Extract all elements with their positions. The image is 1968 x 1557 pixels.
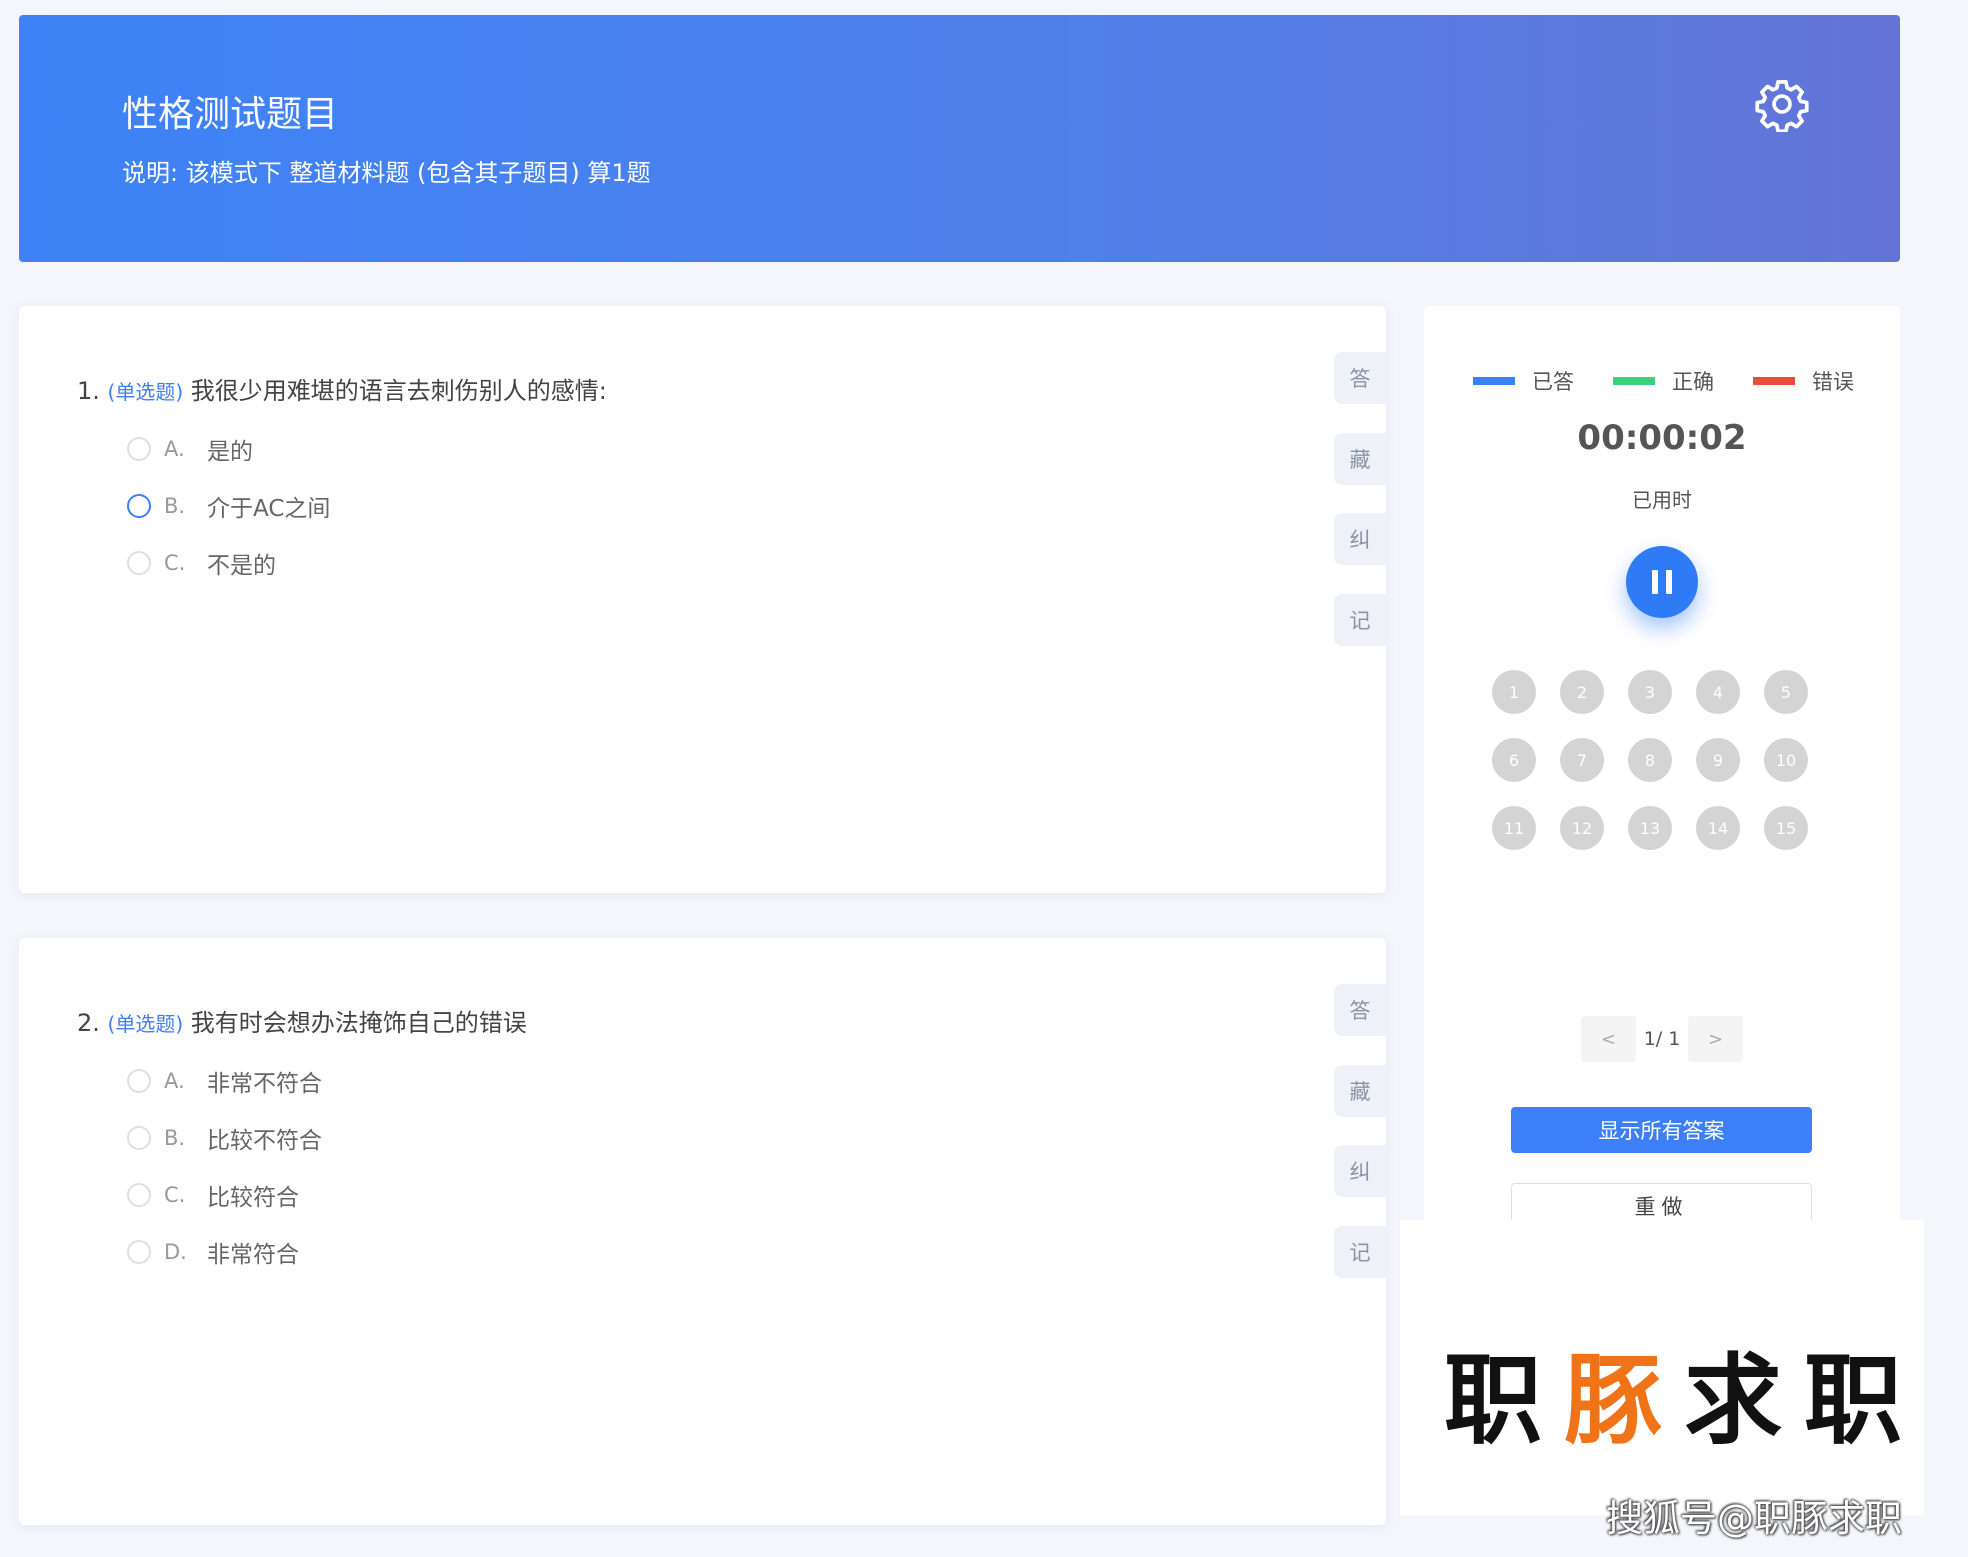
logo-text-accent: 豚 <box>1564 1344 1685 1458</box>
question-title: 2. (单选题) 我有时会想办法掩饰自己的错误 <box>77 1003 527 1038</box>
radio-button[interactable] <box>127 551 151 575</box>
option-text: 是的 <box>207 439 253 465</box>
legend-correct: 正确 <box>1613 361 1714 401</box>
gear-icon[interactable] <box>1754 76 1810 132</box>
question-number: 2. <box>77 1009 100 1037</box>
sohu-watermark: 搜狐号@职豚求职 <box>1606 1497 1902 1540</box>
question-nav-15[interactable]: 15 <box>1764 806 1808 850</box>
legend-label: 正确 <box>1672 370 1714 394</box>
brand-logo: 职豚求职 <box>1444 1321 1924 1463</box>
question-text: 我有时会想办法掩饰自己的错误 <box>190 1009 527 1037</box>
option-letter: C. <box>164 1183 186 1207</box>
option-text: 非常符合 <box>207 1242 299 1268</box>
next-page-button[interactable]: > <box>1688 1016 1743 1062</box>
report-error-button[interactable]: 纠 <box>1334 513 1386 565</box>
question-nav-13[interactable]: 13 <box>1628 806 1672 850</box>
legend-swatch <box>1613 377 1655 385</box>
timer-label: 已用时 <box>1632 488 1692 512</box>
elapsed-timer: 00:00:02 <box>1577 418 1747 458</box>
question-nav-6[interactable]: 6 <box>1492 738 1536 782</box>
page-title: 性格测试题目 <box>122 94 339 135</box>
question-title: 1. (单选题) 我很少用难堪的语言去刺伤别人的感情: <box>77 371 607 406</box>
legend-wrong: 错误 <box>1753 361 1854 401</box>
pause-button[interactable] <box>1626 546 1698 618</box>
question-nav-11[interactable]: 11 <box>1492 806 1536 850</box>
radio-button[interactable] <box>127 437 151 461</box>
question-number: 1. <box>77 377 100 405</box>
option-letter: A. <box>164 437 185 461</box>
question-card-2: 2. (单选题) 我有时会想办法掩饰自己的错误 A. 非常不符合 B. 比较不符… <box>19 938 1386 1525</box>
option-a[interactable]: A. 非常不符合 <box>127 1064 322 1098</box>
question-nav-9[interactable]: 9 <box>1696 738 1740 782</box>
option-text: 比较符合 <box>207 1185 299 1211</box>
option-letter: B. <box>164 494 186 518</box>
legend-label: 已答 <box>1532 370 1574 394</box>
radio-button[interactable] <box>127 494 151 518</box>
option-letter: D. <box>164 1240 187 1264</box>
legend-swatch <box>1753 377 1795 385</box>
option-letter: A. <box>164 1069 185 1093</box>
question-nav-12[interactable]: 12 <box>1560 806 1604 850</box>
note-button[interactable]: 记 <box>1334 594 1386 646</box>
show-all-answers-button[interactable]: 显示所有答案 <box>1511 1107 1812 1153</box>
option-c[interactable]: C. 不是的 <box>127 546 276 580</box>
question-nav-1[interactable]: 1 <box>1492 670 1536 714</box>
header-banner: 性格测试题目 说明: 该模式下 整道材料题 (包含其子题目) 算1题 <box>19 15 1900 262</box>
question-card-1: 1. (单选题) 我很少用难堪的语言去刺伤别人的感情: A. 是的 B. 介于A… <box>19 306 1386 893</box>
question-nav-5[interactable]: 5 <box>1764 670 1808 714</box>
question-nav-10[interactable]: 10 <box>1764 738 1808 782</box>
answer-button[interactable]: 答 <box>1334 984 1386 1036</box>
question-nav-3[interactable]: 3 <box>1628 670 1672 714</box>
option-b[interactable]: B. 介于AC之间 <box>127 489 330 523</box>
favorite-button[interactable]: 藏 <box>1334 433 1386 485</box>
option-text: 不是的 <box>207 553 276 579</box>
radio-button[interactable] <box>127 1183 151 1207</box>
legend-label: 错误 <box>1812 370 1854 394</box>
question-nav-7[interactable]: 7 <box>1560 738 1604 782</box>
question-nav-2[interactable]: 2 <box>1560 670 1604 714</box>
question-type: (单选题) <box>107 1012 184 1036</box>
prev-page-button[interactable]: < <box>1581 1016 1636 1062</box>
question-type: (单选题) <box>107 380 184 404</box>
question-nav-8[interactable]: 8 <box>1628 738 1672 782</box>
answer-button[interactable]: 答 <box>1334 352 1386 404</box>
legend-answered: 已答 <box>1473 361 1574 401</box>
answer-sheet-panel: 已答 正确 错误 00:00:02 已用时 1 2 3 4 5 6 7 8 9 10 11 12 13 1… <box>1424 306 1900 1306</box>
question-nav-4[interactable]: 4 <box>1696 670 1740 714</box>
option-text: 比较不符合 <box>207 1128 322 1154</box>
option-c[interactable]: C. 比较符合 <box>127 1178 299 1212</box>
radio-button[interactable] <box>127 1069 151 1093</box>
watermark-box: 职豚求职 <box>1400 1220 1924 1515</box>
page-description: 说明: 该模式下 整道材料题 (包含其子题目) 算1题 <box>122 159 651 187</box>
option-text: 非常不符合 <box>207 1071 322 1097</box>
radio-button[interactable] <box>127 1240 151 1264</box>
legend-swatch <box>1473 377 1515 385</box>
option-b[interactable]: B. 比较不符合 <box>127 1121 322 1155</box>
question-nav-14[interactable]: 14 <box>1696 806 1740 850</box>
favorite-button[interactable]: 藏 <box>1334 1065 1386 1117</box>
option-text: 介于AC之间 <box>207 496 331 522</box>
logo-text: 职 <box>1444 1344 1565 1458</box>
page-indicator: 1/ 1 <box>1643 1028 1681 1050</box>
option-a[interactable]: A. 是的 <box>127 432 253 466</box>
option-letter: C. <box>164 551 186 575</box>
option-letter: B. <box>164 1126 186 1150</box>
logo-text: 求职 <box>1684 1344 1925 1458</box>
radio-button[interactable] <box>127 1126 151 1150</box>
note-button[interactable]: 记 <box>1334 1226 1386 1278</box>
question-text: 我很少用难堪的语言去刺伤别人的感情: <box>190 377 607 405</box>
option-d[interactable]: D. 非常符合 <box>127 1235 299 1269</box>
report-error-button[interactable]: 纠 <box>1334 1145 1386 1197</box>
